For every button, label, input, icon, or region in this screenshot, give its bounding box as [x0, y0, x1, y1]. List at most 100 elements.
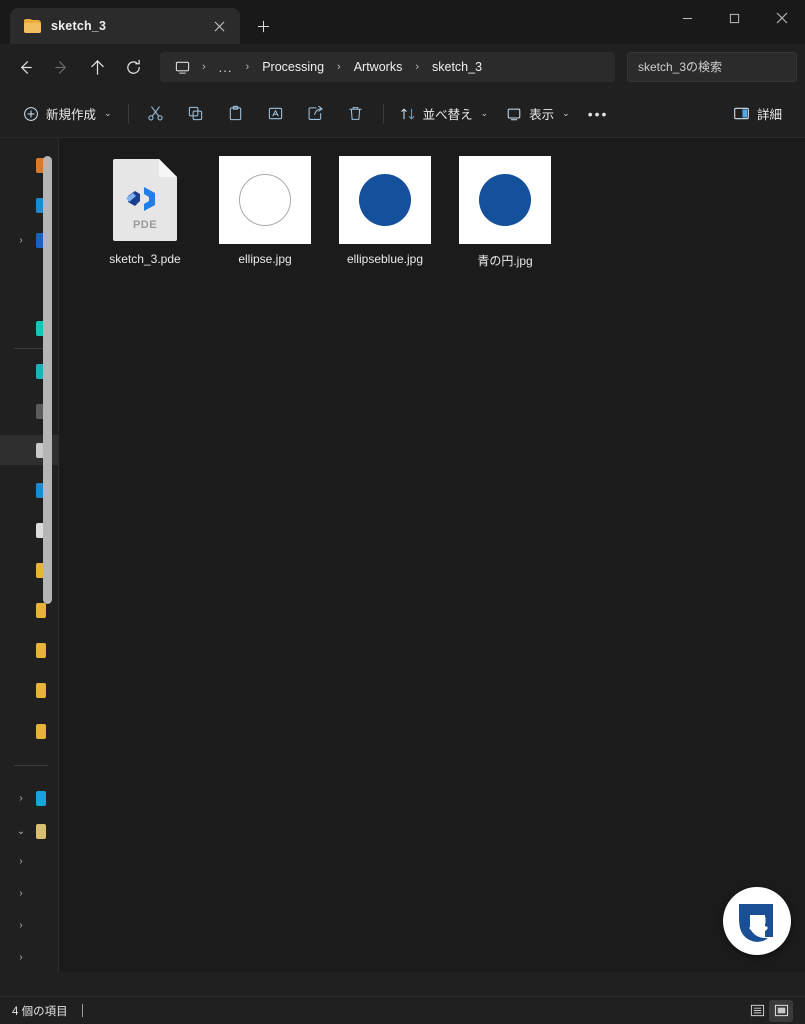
details-pane-label: 詳細	[756, 108, 782, 122]
sidebar-item[interactable]: ›	[0, 910, 58, 940]
new-button[interactable]: 新規作成 ⌄	[14, 98, 121, 130]
file-list-area[interactable]: PDE sketch_3.pde ellipse.jpg ellipseblue.jp…	[59, 138, 805, 972]
back-button[interactable]	[8, 51, 42, 83]
image-thumbnail	[459, 156, 551, 244]
sidebar-scrollbar[interactable]	[43, 156, 52, 604]
paste-icon[interactable]	[216, 98, 256, 130]
breadcrumb-separator: ›	[337, 61, 341, 73]
file-thumbnail	[217, 156, 313, 244]
refresh-button[interactable]	[116, 51, 150, 83]
forward-button[interactable]	[44, 51, 78, 83]
details-view-icon[interactable]	[745, 1000, 769, 1022]
file-thumbnail	[337, 156, 433, 244]
file-item[interactable]: ellipse.jpg	[205, 154, 325, 269]
navigation-bar: › ... › Processing › Artworks › sketch_3	[0, 44, 805, 90]
image-thumbnail	[339, 156, 431, 244]
sidebar-item-icon	[36, 723, 46, 739]
sort-button[interactable]: 並べ替え ⌄	[391, 98, 498, 130]
toolbar-divider	[382, 103, 384, 124]
up-button[interactable]	[80, 51, 114, 83]
tab-sketch-3[interactable]: sketch_3	[10, 8, 240, 44]
maximize-button[interactable]	[711, 0, 758, 36]
monitor-icon[interactable]	[170, 60, 195, 75]
chevron-icon[interactable]: ›	[10, 888, 32, 899]
view-button-label: 表示	[529, 108, 555, 122]
sort-button-label: 並べ替え	[422, 108, 473, 122]
folder-icon	[24, 19, 41, 33]
file-name-label: ellipseblue.jpg	[346, 252, 424, 266]
file-explorer-window: sketch_3 › ... › Processing › Artworks ›…	[0, 0, 805, 1024]
navigation-sidebar[interactable]: ››⌄›››››	[0, 138, 59, 972]
circle-filled-shape	[479, 174, 531, 226]
explorer-body: ››⌄››››› PDEsketch_3.pdeellipse.jpgellip…	[0, 138, 805, 972]
search-box[interactable]	[627, 52, 797, 82]
file-item[interactable]: 青の円.jpg	[445, 154, 565, 269]
circle-filled-shape	[359, 174, 411, 226]
status-divider	[81, 1004, 83, 1017]
breadcrumb-item-processing[interactable]: Processing	[256, 57, 330, 77]
view-button[interactable]: 表示 ⌄	[497, 98, 579, 130]
circle-outline-shape	[239, 174, 291, 226]
image-thumbnail	[219, 156, 311, 244]
processing-logo-icon	[126, 187, 155, 211]
smiley-face-logo[interactable]	[723, 887, 791, 955]
chevron-icon[interactable]: ›	[10, 856, 32, 867]
breadcrumb-item-artworks[interactable]: Artworks	[348, 57, 409, 77]
chevron-icon[interactable]: ›	[10, 920, 32, 931]
file-item[interactable]: PDE sketch_3.pde	[85, 154, 205, 269]
rename-icon[interactable]	[256, 98, 296, 130]
overflow-menu-button[interactable]: •••	[579, 98, 618, 130]
sidebar-item-icon	[36, 642, 46, 658]
sidebar-item[interactable]	[0, 675, 58, 705]
sidebar-item[interactable]: ›	[0, 783, 58, 813]
chevron-icon[interactable]: ›	[10, 235, 32, 246]
sidebar-item[interactable]: ⌄	[0, 816, 58, 846]
details-pane-button[interactable]: 詳細	[724, 98, 791, 130]
large-icons-view-icon[interactable]	[769, 999, 793, 1022]
chevron-icon[interactable]: ›	[10, 793, 32, 804]
breadcrumb[interactable]: › ... › Processing › Artworks › sketch_3	[160, 52, 615, 82]
pde-file-icon: PDE	[113, 159, 177, 241]
sidebar-item[interactable]: ›	[0, 942, 58, 972]
sidebar-item-icon	[36, 790, 46, 806]
search-input[interactable]	[638, 60, 786, 74]
file-name-label: 青の円.jpg	[477, 254, 533, 268]
chevron-icon[interactable]: ⌄	[10, 826, 32, 837]
chevron-down-icon: ⌄	[104, 108, 112, 118]
file-name-label: sketch_3.pde	[109, 252, 181, 266]
minimize-button[interactable]	[664, 0, 711, 36]
tab-title: sketch_3	[51, 19, 107, 33]
pde-badge-text: PDE	[132, 219, 158, 231]
chevron-down-icon: ⌄	[480, 108, 489, 118]
tab-close-button[interactable]	[206, 13, 232, 39]
new-tab-button[interactable]	[246, 9, 280, 43]
breadcrumb-separator: ›	[415, 61, 419, 73]
breadcrumb-separator: ›	[245, 61, 250, 73]
sidebar-item[interactable]	[0, 635, 58, 665]
sidebar-item[interactable]: ›	[0, 846, 58, 876]
sidebar-divider	[14, 765, 48, 766]
command-toolbar: 新規作成 ⌄ 並べ替え ⌄ 表示 ⌄ ••• 詳細	[0, 90, 805, 138]
copy-icon[interactable]	[176, 98, 216, 130]
chevron-icon[interactable]: ›	[10, 952, 32, 963]
sidebar-item[interactable]: ›	[0, 878, 58, 908]
delete-icon[interactable]	[336, 98, 376, 130]
share-icon[interactable]	[296, 98, 336, 130]
sidebar-item-icon	[36, 602, 46, 618]
sidebar-item-icon	[36, 682, 46, 698]
sidebar-item[interactable]	[0, 716, 58, 746]
ellipsis-icon: •••	[587, 105, 609, 122]
breadcrumb-overflow-button[interactable]: ...	[213, 60, 239, 75]
chevron-down-icon: ⌄	[562, 108, 570, 118]
sidebar-item-icon	[36, 823, 46, 839]
item-count-label: 4 個の項目	[12, 1005, 68, 1018]
file-thumbnail	[457, 156, 553, 244]
close-button[interactable]	[758, 0, 805, 36]
breadcrumb-item-sketch-3[interactable]: sketch_3	[426, 57, 488, 77]
file-name-label: ellipse.jpg	[238, 252, 292, 266]
new-button-label: 新規作成	[46, 108, 97, 122]
cut-icon[interactable]	[136, 98, 176, 130]
breadcrumb-separator: ›	[202, 61, 206, 73]
file-item[interactable]: ellipseblue.jpg	[325, 154, 445, 269]
toolbar-divider	[127, 103, 129, 124]
